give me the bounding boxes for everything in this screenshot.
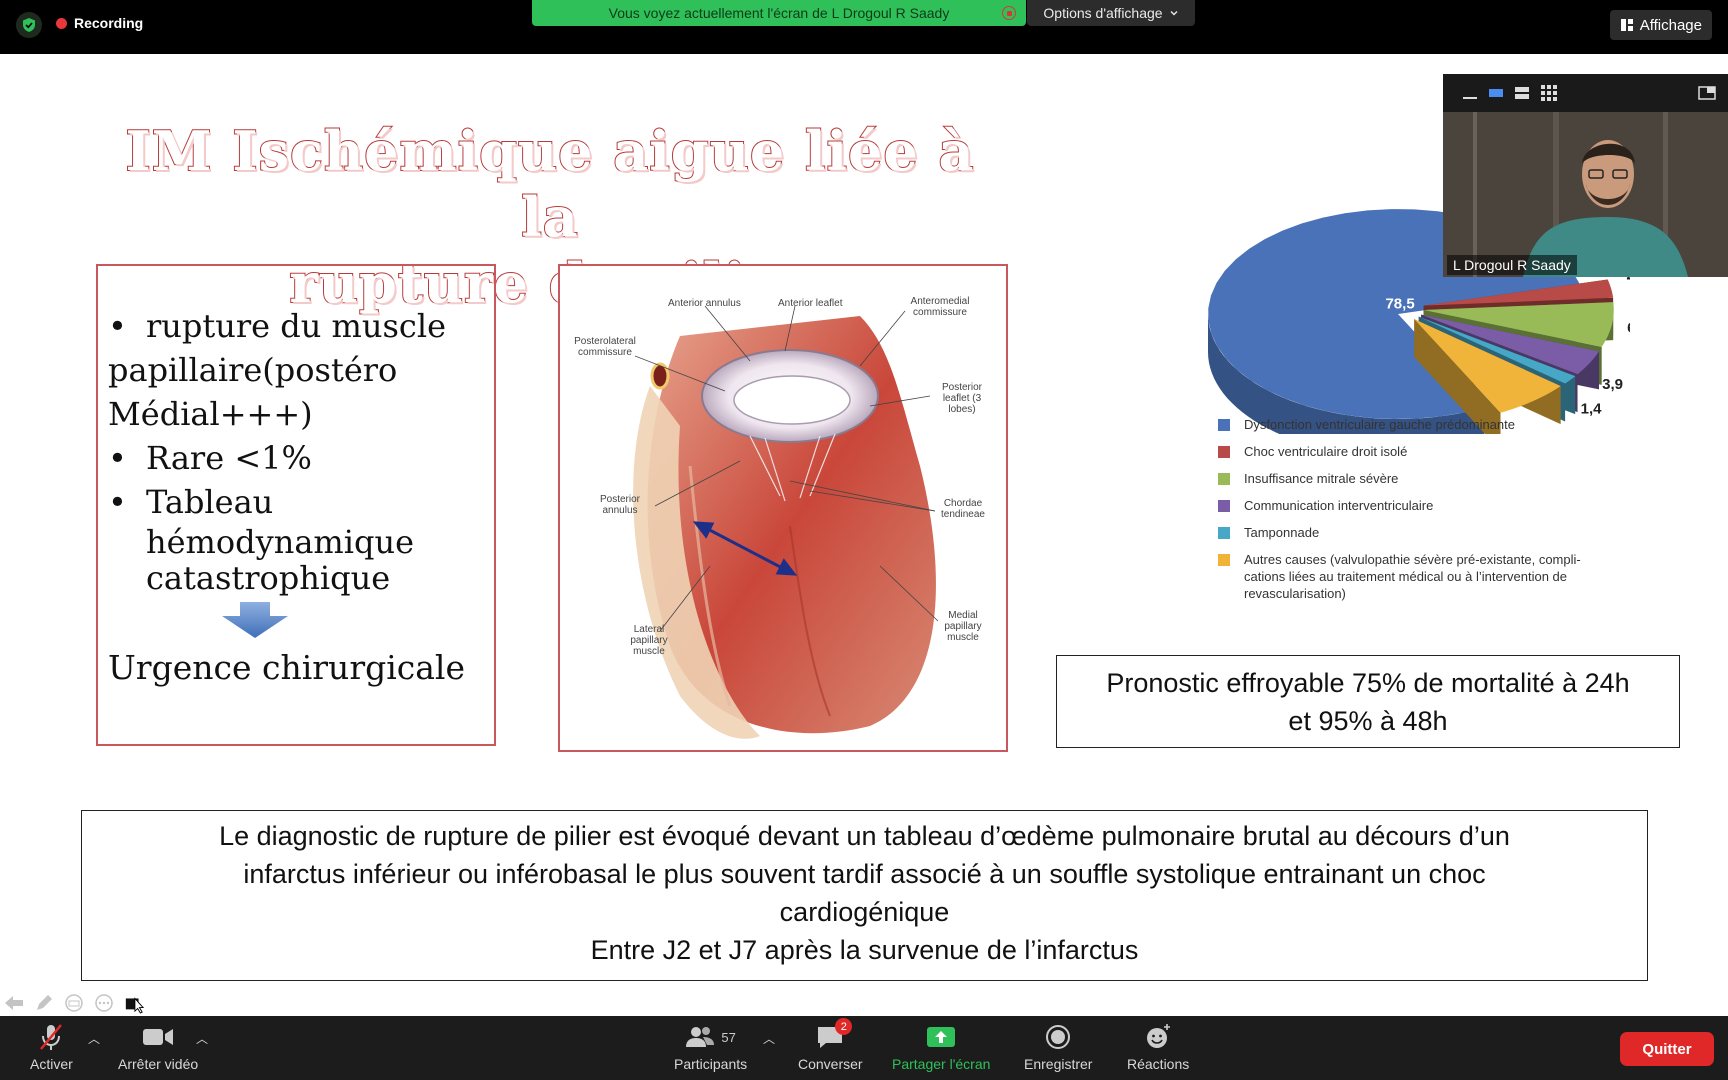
participants-options-caret-icon[interactable]: ︿ xyxy=(763,1030,775,1047)
speaker-view-icon[interactable] xyxy=(1489,88,1503,98)
screen-share-banner: Vous voyez actuellement l'écran de L Dro… xyxy=(532,0,1026,26)
participants-button[interactable]: 57 Participants xyxy=(674,1022,747,1072)
share-screen-icon xyxy=(927,1027,956,1047)
share-banner-text: Vous voyez actuellement l'écran de L Dro… xyxy=(608,5,950,21)
reactions-button[interactable]: Réactions xyxy=(1127,1022,1189,1072)
top-bar: Recording Vous voyez actuellement l'écra… xyxy=(0,0,1728,54)
legend-item-6: Autres causes (valvulopathie sévère pré-… xyxy=(1218,551,1618,602)
chevron-down-icon xyxy=(1170,11,1178,16)
legend-item-1: Dysfonction ventriculaire gauche prédomi… xyxy=(1218,416,1618,433)
video-panel-toolbar xyxy=(1443,74,1728,112)
label-anteromedial-commissure: Anteromedial commissure xyxy=(910,296,970,318)
slide-annotation-tools xyxy=(4,993,144,1014)
video-thumbnail-panel[interactable]: L Drogoul R Saady xyxy=(1443,74,1728,277)
participant-video-feed: L Drogoul R Saady xyxy=(1443,112,1728,277)
arrow-down-icon xyxy=(222,602,288,638)
legend-item-3: Insuffisance mitrale sévère xyxy=(1218,470,1618,487)
quit-meeting-button[interactable]: Quitter xyxy=(1620,1032,1714,1066)
stop-share-icon[interactable] xyxy=(1002,6,1016,20)
participants-icon xyxy=(686,1027,715,1047)
audio-options-caret-icon[interactable]: ︿ xyxy=(88,1030,100,1047)
mouse-cursor-icon xyxy=(124,993,144,1014)
slide-title-line1: IM Ischémique aigue liée à la xyxy=(124,118,975,250)
display-options-label: Options d'affichage xyxy=(1043,5,1163,21)
security-shield-icon[interactable] xyxy=(16,12,42,38)
recording-indicator[interactable]: Recording xyxy=(56,15,143,31)
view-label: Affichage xyxy=(1639,16,1702,34)
label-anterior-annulus: Anterior annulus xyxy=(668,298,741,309)
meeting-controls-bar: Activer ︿ Arrêter vidéo ︿ 57 Participant… xyxy=(0,1016,1728,1080)
display-options-button[interactable]: Options d'affichage xyxy=(1027,0,1195,26)
legend-swatch-1 xyxy=(1218,419,1230,431)
stop-video-button[interactable]: Arrêter vidéo xyxy=(118,1022,198,1072)
bullet-2: • Rare <1% xyxy=(108,439,312,477)
smiley-plus-icon xyxy=(1147,1024,1171,1048)
legend-swatch-5 xyxy=(1218,527,1230,539)
pen-icon[interactable] xyxy=(34,993,54,1013)
legend-swatch-2 xyxy=(1218,446,1230,458)
unmute-button[interactable]: Activer xyxy=(30,1022,73,1072)
diagnosis-line3: cardiogénique xyxy=(779,897,950,927)
participants-count: 57 xyxy=(721,1029,736,1045)
zoom-meeting-window: Recording Vous voyez actuellement l'écra… xyxy=(0,0,1728,1080)
subtitles-icon[interactable] xyxy=(64,993,84,1013)
legend-item-2: Choc ventriculaire droit isolé xyxy=(1218,443,1618,460)
legend-swatch-6 xyxy=(1218,554,1230,566)
participant-name-label: L Drogoul R Saady xyxy=(1447,255,1577,275)
label-anterior-leaflet: Anterior leaflet xyxy=(778,298,843,309)
chat-button[interactable]: 2 Converser xyxy=(798,1018,863,1072)
minimize-video-icon[interactable] xyxy=(1463,90,1477,100)
pie-value-label-3: 6,9 xyxy=(1627,320,1630,337)
video-camera-icon xyxy=(143,1029,174,1045)
recording-dot-icon xyxy=(56,17,67,29)
label-posterior-leaflet: Posterior leaflet (3 lobes) xyxy=(941,382,982,415)
share-screen-button[interactable]: Partager l'écran xyxy=(892,1022,990,1072)
recording-label: Recording xyxy=(74,15,144,31)
grid-view-icon xyxy=(1620,19,1633,31)
legend-item-4: Communication interventriculaire xyxy=(1218,497,1618,514)
prognosis-line2: et 95% à 48h xyxy=(1288,706,1448,736)
microphone-muted-icon xyxy=(40,1024,63,1050)
pie-value-label-1: 78,5 xyxy=(1385,296,1414,313)
pie-value-label-4: 3,9 xyxy=(1602,376,1623,393)
diagnosis-line2: infarctus inférieur ou inférobasal le pl… xyxy=(243,859,1486,889)
legend-item-5: Tamponnade xyxy=(1218,524,1618,541)
label-posterior-annulus: Posterior annulus xyxy=(599,494,640,516)
strip-view-icon[interactable] xyxy=(1515,86,1529,100)
pie-chart-legend: Dysfonction ventriculaire gauche prédomi… xyxy=(1218,416,1618,612)
participant-silhouette xyxy=(1443,112,1728,277)
back-arrow-icon[interactable] xyxy=(4,993,24,1013)
label-medial-papillary-muscle: Medial papillary muscle xyxy=(944,610,982,643)
record-button[interactable]: Enregistrer xyxy=(1024,1022,1092,1072)
record-icon xyxy=(1046,1025,1071,1049)
chat-unread-badge: 2 xyxy=(835,1018,853,1035)
view-button[interactable]: Affichage xyxy=(1609,10,1712,40)
label-lateral-papillary-muscle: Lateral papillary muscle xyxy=(630,624,668,657)
urgence-chirurgicale-text: Urgence chirurgicale xyxy=(108,648,466,687)
more-options-icon[interactable] xyxy=(94,993,114,1013)
diagnosis-line4: Entre J2 et J7 après la survenue de l’in… xyxy=(590,935,1139,965)
bullet-3: • Tableau hémodynamique catastrophique xyxy=(108,483,415,597)
legend-swatch-3 xyxy=(1218,473,1230,485)
legend-swatch-4 xyxy=(1218,500,1230,512)
mitral-valve-anatomy-illustration: Anterior annulus Anterior leaflet Antero… xyxy=(558,264,1008,752)
diagnosis-box: Le diagnostic de rupture de pilier est é… xyxy=(81,810,1648,981)
pie-value-label-5: 1,4 xyxy=(1581,401,1603,418)
label-chordae-tendineae: Chordae tendineae xyxy=(941,498,985,520)
exit-fullscreen-icon[interactable] xyxy=(1698,86,1716,100)
diagnosis-line1: Le diagnostic de rupture de pilier est é… xyxy=(219,821,1510,851)
label-posterolateral-commissure: Posterolateral commissure xyxy=(574,336,636,358)
bullet-points-box: • rupture du muscle papillaire(postéro Mé… xyxy=(96,264,496,746)
bullet-1: • rupture du muscle papillaire(postéro Mé… xyxy=(108,307,446,433)
prognosis-line1: Pronostic effroyable 75% de mortalité à … xyxy=(1106,668,1630,698)
video-options-caret-icon[interactable]: ︿ xyxy=(196,1030,208,1047)
grid-view-icon[interactable] xyxy=(1541,85,1557,101)
prognosis-box: Pronostic effroyable 75% de mortalité à … xyxy=(1056,655,1680,748)
